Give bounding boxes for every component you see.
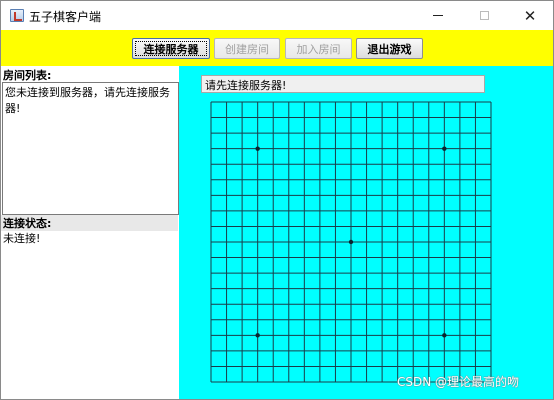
join-room-button[interactable]: 加入房间: [285, 38, 352, 59]
star-point: [255, 146, 260, 151]
connect-server-button[interactable]: 连接服务器: [132, 38, 210, 59]
close-icon: ✕: [523, 6, 537, 25]
room-list[interactable]: 您未连接到服务器，请先连接服务器!: [2, 82, 179, 215]
minimize-button[interactable]: [415, 1, 461, 30]
maximize-button[interactable]: [461, 1, 507, 30]
maximize-icon: [479, 11, 489, 20]
title-bar[interactable]: 五子棋客户端 ✕: [1, 1, 553, 30]
gomoku-board[interactable]: [209, 100, 495, 386]
window-title: 五子棋客户端: [29, 10, 102, 24]
message-field[interactable]: 请先连接服务器!: [201, 75, 485, 93]
toolbar: 连接服务器 创建房间 加入房间 退出游戏: [1, 30, 553, 66]
room-list-message: 您未连接到服务器，请先连接服务器!: [5, 86, 170, 115]
game-panel: 请先连接服务器! CSDN @理论最高的吻: [179, 66, 553, 399]
app-window: 五子棋客户端 ✕ 连接服务器 创建房间 加入房间 退出游戏 房间列表: 您未连接…: [0, 0, 554, 400]
minimize-icon: [433, 15, 443, 16]
watermark: CSDN @理论最高的吻: [397, 375, 520, 389]
star-point: [442, 146, 447, 151]
star-point: [348, 239, 354, 245]
room-list-label: 房间列表:: [3, 69, 52, 82]
connection-status-label: 连接状态:: [1, 215, 178, 231]
app-icon: [10, 9, 24, 22]
star-point: [442, 333, 447, 338]
create-room-button[interactable]: 创建房间: [214, 38, 280, 59]
connection-status-text: 未连接!: [3, 232, 41, 245]
exit-game-button[interactable]: 退出游戏: [356, 38, 423, 59]
close-button[interactable]: ✕: [507, 1, 553, 30]
star-point: [255, 333, 260, 338]
left-panel: 房间列表: 您未连接到服务器，请先连接服务器! 连接状态: 未连接!: [1, 66, 179, 399]
